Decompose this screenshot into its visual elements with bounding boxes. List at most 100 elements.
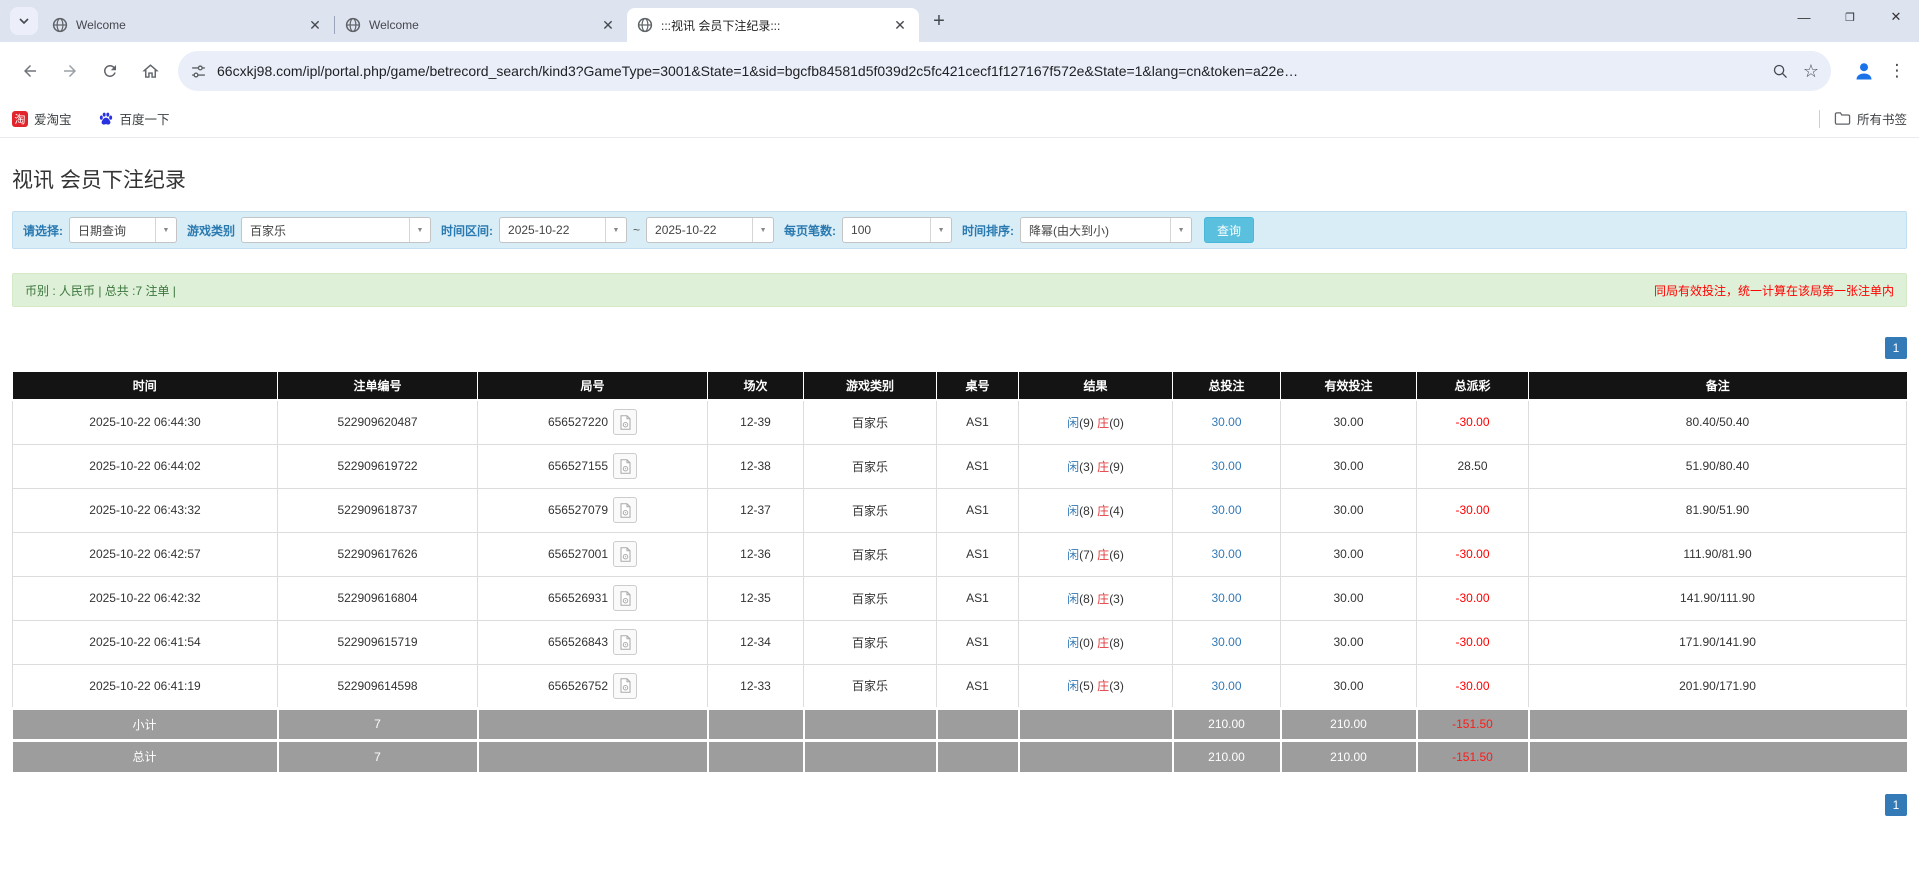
bet-records-table: 时间 注单编号 局号 场次 游戏类别 桌号 结果 总投注 有效投注 总派彩 备注 2025-10-2… xyxy=(12,372,1907,772)
video-record-button[interactable] xyxy=(613,629,638,655)
chevron-down-icon xyxy=(19,18,29,25)
date-to-select[interactable]: 2025-10-22 ▼ xyxy=(646,217,775,243)
video-record-icon xyxy=(620,458,631,474)
cell-remark: 111.90/81.90 xyxy=(1528,531,1907,577)
tab-search-button[interactable] xyxy=(10,7,38,35)
cell-remark: 141.90/111.90 xyxy=(1528,575,1907,621)
cell-game-type: 百家乐 xyxy=(803,619,937,665)
cell-result: 闲(8) 庄(4) xyxy=(1018,487,1173,533)
browser-tab-welcome-2[interactable]: Welcome ✕ xyxy=(335,8,627,42)
footer-valid-bet: 210.00 xyxy=(1280,706,1418,740)
cell-table-no: AS1 xyxy=(936,443,1019,489)
cell-total-bet[interactable]: 30.00 xyxy=(1172,619,1281,665)
per-page-select[interactable]: 100 ▼ xyxy=(842,217,953,243)
cell-payout: -30.00 xyxy=(1416,399,1529,445)
footer-valid-bet: 210.00 xyxy=(1280,738,1418,772)
cell-valid-bet: 30.00 xyxy=(1280,531,1417,577)
cell-total-bet[interactable]: 30.00 xyxy=(1172,487,1281,533)
browser-tab-welcome-1[interactable]: Welcome ✕ xyxy=(42,8,334,42)
cell-bet-no: 522909616804 xyxy=(277,575,478,621)
cell-payout: -30.00 xyxy=(1416,663,1529,709)
cell-total-bet[interactable]: 30.00 xyxy=(1172,399,1281,445)
column-header: 总投注 xyxy=(1172,372,1281,401)
footer-total-bet: 210.00 xyxy=(1172,738,1282,772)
cell-time: 2025-10-22 06:41:19 xyxy=(12,663,278,709)
reload-button[interactable] xyxy=(93,54,127,88)
browser-tab-active[interactable]: :::视讯 会员下注纪录::: ✕ xyxy=(627,8,919,42)
result-banker-label: 庄 xyxy=(1097,547,1110,562)
all-bookmarks-button[interactable]: 所有书签 xyxy=(1818,109,1907,128)
video-record-button[interactable] xyxy=(613,672,638,699)
bookmark-label: 爱淘宝 xyxy=(34,113,72,127)
chevron-down-icon: ▼ xyxy=(409,218,430,242)
cell-total-bet[interactable]: 30.00 xyxy=(1172,443,1281,489)
game-type-select[interactable]: 百家乐 ▼ xyxy=(241,217,432,243)
browser-toolbar: 66cxkj98.com/ipl/portal.php/game/betreco… xyxy=(0,42,1919,100)
page-number-button[interactable]: 1 xyxy=(1885,337,1907,359)
table-row: 2025-10-22 06:42:32 522909616804 656526931… xyxy=(12,575,1907,621)
cell-result: 闲(8) 庄(3) xyxy=(1018,575,1173,621)
filter-bar: 请选择: 日期查询 ▼ 游戏类别 百家乐 ▼ 时间区间: 2025-10-22 … xyxy=(12,211,1907,249)
cell-round-no: 656527079 xyxy=(477,487,708,533)
back-button[interactable] xyxy=(13,54,47,88)
cell-session: 12-33 xyxy=(707,663,804,709)
address-bar[interactable]: 66cxkj98.com/ipl/portal.php/game/betreco… xyxy=(178,51,1831,91)
result-banker-score: (8) xyxy=(1109,635,1124,650)
video-record-button[interactable] xyxy=(613,453,638,479)
date-range-tilde: ~ xyxy=(633,223,641,237)
window-minimize-button[interactable]: — xyxy=(1781,0,1827,34)
window-maximize-button[interactable]: ❐ xyxy=(1827,0,1873,34)
forward-button[interactable] xyxy=(53,54,87,88)
cell-payout: -30.00 xyxy=(1416,487,1529,533)
site-info-button[interactable] xyxy=(190,63,207,80)
round-cell: 656527079 xyxy=(478,497,707,523)
back-arrow-icon xyxy=(24,65,36,77)
footer-label: 小计 xyxy=(12,706,279,740)
profile-button[interactable] xyxy=(1847,54,1881,88)
date-from-select[interactable]: 2025-10-22 ▼ xyxy=(499,217,628,243)
result-banker-label: 庄 xyxy=(1097,679,1110,693)
new-tab-button[interactable]: + xyxy=(925,7,953,35)
table-body: 2025-10-22 06:44:30 522909620487 656527220… xyxy=(12,399,1907,709)
result-player-score: (3) xyxy=(1079,459,1094,474)
bookmark-baidu[interactable]: 百度一下 xyxy=(98,109,170,128)
tab-close-icon[interactable]: ✕ xyxy=(891,16,909,34)
url-text[interactable]: 66cxkj98.com/ipl/portal.php/game/betreco… xyxy=(217,63,1758,79)
footer-empty-cell xyxy=(707,706,805,740)
browser-menu-button[interactable]: ⋮ xyxy=(1885,54,1909,88)
sort-select[interactable]: 降幂(由大到小) ▼ xyxy=(1020,217,1193,243)
page-number-button[interactable]: 1 xyxy=(1885,794,1907,816)
footer-empty-cell xyxy=(707,738,805,772)
person-icon xyxy=(1856,63,1872,80)
round-no-text: 656527001 xyxy=(547,547,609,561)
round-no-text: 656526843 xyxy=(547,635,609,649)
tab-close-icon[interactable]: ✕ xyxy=(599,16,617,34)
tab-close-icon[interactable]: ✕ xyxy=(306,16,324,34)
home-button[interactable] xyxy=(133,54,167,88)
home-icon xyxy=(141,63,159,78)
zoom-button[interactable] xyxy=(1772,63,1789,80)
result-player-label: 闲 xyxy=(1067,679,1080,693)
result-banker-label: 庄 xyxy=(1097,459,1110,474)
chevron-down-icon: ▼ xyxy=(752,218,773,242)
window-controls: — ❐ ✕ xyxy=(1781,0,1919,34)
window-close-button[interactable]: ✕ xyxy=(1873,0,1919,34)
video-record-button[interactable] xyxy=(613,409,638,436)
bookmark-star-button[interactable]: ☆ xyxy=(1803,62,1819,80)
video-record-button[interactable] xyxy=(613,585,638,611)
result-player-label: 闲 xyxy=(1067,635,1080,650)
query-mode-select[interactable]: 日期查询 ▼ xyxy=(69,217,177,243)
query-button[interactable]: 查询 xyxy=(1204,217,1255,243)
cell-bet-no: 522909619722 xyxy=(277,443,478,489)
cell-total-bet[interactable]: 30.00 xyxy=(1172,575,1281,621)
round-cell: 656527001 xyxy=(478,541,707,567)
cell-total-bet[interactable]: 30.00 xyxy=(1172,663,1281,709)
cell-total-bet[interactable]: 30.00 xyxy=(1172,531,1281,577)
video-record-icon xyxy=(620,590,631,606)
video-record-button[interactable] xyxy=(613,497,638,523)
column-header: 桌号 xyxy=(936,372,1019,401)
cell-table-no: AS1 xyxy=(936,487,1019,533)
video-record-button[interactable] xyxy=(613,541,638,567)
bookmark-aitaobao[interactable]: 淘 爱淘宝 xyxy=(12,109,72,128)
bookmarks-divider xyxy=(1818,109,1820,128)
